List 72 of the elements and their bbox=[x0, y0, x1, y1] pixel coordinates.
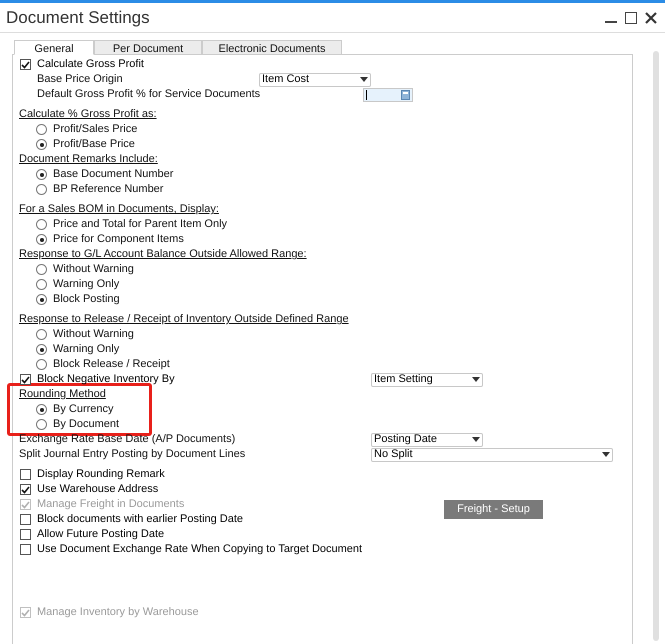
radio-button[interactable] bbox=[36, 294, 47, 305]
radio-label: Warning Only bbox=[53, 342, 120, 358]
radio-label: Price and Total for Parent Item Only bbox=[53, 217, 228, 232]
radio-label: By Currency bbox=[53, 402, 114, 418]
section-heading: Response to Release / Receipt of Inventory Outside Defined Range bbox=[19, 312, 349, 328]
field-label: Default Gross Profit % for Service Documents bbox=[37, 88, 260, 100]
radio-button[interactable] bbox=[36, 329, 47, 340]
checkbox[interactable] bbox=[20, 374, 31, 385]
checkbox-label: Use Warehouse Address bbox=[37, 482, 158, 498]
radio-label: By Document bbox=[53, 417, 120, 432]
section-heading: For a Sales BOM in Documents, Display: bbox=[19, 202, 219, 218]
checkbox-label: Display Rounding Remark bbox=[37, 467, 165, 482]
section-heading: Rounding Method bbox=[19, 387, 106, 402]
checkbox-label: Block Negative Inventory By bbox=[37, 372, 175, 388]
radio-label: Profit/Base Price bbox=[53, 137, 135, 152]
section-heading: Response to G/L Account Balance Outside Allowed Range: bbox=[19, 247, 307, 262]
field-label: Base Price Origin bbox=[37, 73, 123, 86]
section-heading: Calculate % Gross Profit as: bbox=[19, 107, 157, 122]
radio-label: Price for Component Items bbox=[53, 232, 184, 248]
checkbox-label: Block documents with earlier Posting Date bbox=[37, 512, 244, 528]
checkbox-label: Manage Freight in Documents bbox=[37, 497, 184, 512]
maximize-icon[interactable] bbox=[625, 12, 637, 24]
radio-button[interactable] bbox=[36, 139, 47, 150]
radio-button[interactable] bbox=[36, 219, 47, 230]
radio-label: Profit/Sales Price bbox=[53, 122, 138, 138]
caret-icon bbox=[602, 452, 610, 457]
dropdown[interactable]: No Split bbox=[371, 448, 613, 462]
radio-label: Without Warning bbox=[53, 327, 134, 342]
radio-button[interactable] bbox=[36, 279, 47, 290]
radio-button[interactable] bbox=[36, 344, 47, 355]
dropdown[interactable]: Posting Date bbox=[371, 432, 483, 446]
tab[interactable]: Electronic Documents bbox=[202, 40, 342, 55]
scrollbar[interactable] bbox=[653, 51, 659, 641]
radio-button[interactable] bbox=[36, 264, 47, 275]
checkbox[interactable] bbox=[20, 469, 31, 480]
close-icon[interactable] bbox=[645, 12, 657, 24]
tab[interactable]: General bbox=[14, 40, 94, 55]
radio-label: Block Release / Receipt bbox=[53, 357, 170, 372]
field-label: Split Journal Entry Posting by Document Lines bbox=[19, 448, 246, 460]
radio-label: Block Posting bbox=[53, 292, 120, 308]
checkbox[interactable] bbox=[20, 514, 31, 525]
radio-label: Without Warning bbox=[53, 262, 134, 278]
radio-button[interactable] bbox=[36, 184, 47, 195]
window-title: Document Settings bbox=[6, 6, 150, 29]
checkbox-label: Allow Future Posting Date bbox=[37, 527, 164, 542]
caret-icon bbox=[472, 437, 480, 442]
checkbox-label: Manage Inventory by Warehouse bbox=[37, 605, 199, 620]
radio-label: Warning Only bbox=[53, 277, 120, 292]
checkbox[interactable] bbox=[20, 529, 31, 540]
number-field[interactable] bbox=[363, 88, 413, 102]
caret-icon bbox=[360, 77, 368, 82]
radio-button[interactable] bbox=[36, 234, 47, 245]
text-cursor bbox=[366, 90, 367, 100]
radio-button[interactable] bbox=[36, 359, 47, 370]
tab[interactable]: Per Document bbox=[94, 40, 202, 55]
radio-label: Base Document Number bbox=[53, 167, 174, 182]
radio-button[interactable] bbox=[36, 169, 47, 180]
calculator-icon bbox=[401, 90, 410, 100]
field-label: Exchange Rate Base Date (A/P Documents) bbox=[19, 433, 236, 446]
dropdown[interactable]: Item Setting bbox=[371, 372, 483, 386]
radio-label: BP Reference Number bbox=[53, 182, 164, 198]
checkbox-label: Calculate Gross Profit bbox=[37, 57, 144, 72]
checkbox[interactable] bbox=[20, 59, 31, 70]
checkbox[interactable] bbox=[20, 544, 31, 555]
checkbox[interactable] bbox=[20, 484, 31, 495]
caret-icon bbox=[472, 377, 480, 382]
radio-button[interactable] bbox=[36, 404, 47, 415]
radio-button[interactable] bbox=[36, 124, 47, 135]
checkbox-label: Use Document Exchange Rate When Copying to Target Document bbox=[37, 542, 362, 558]
section-heading: Document Remarks Include: bbox=[19, 152, 158, 168]
radio-button[interactable] bbox=[36, 419, 47, 430]
dropdown[interactable]: Item Cost bbox=[259, 72, 371, 86]
